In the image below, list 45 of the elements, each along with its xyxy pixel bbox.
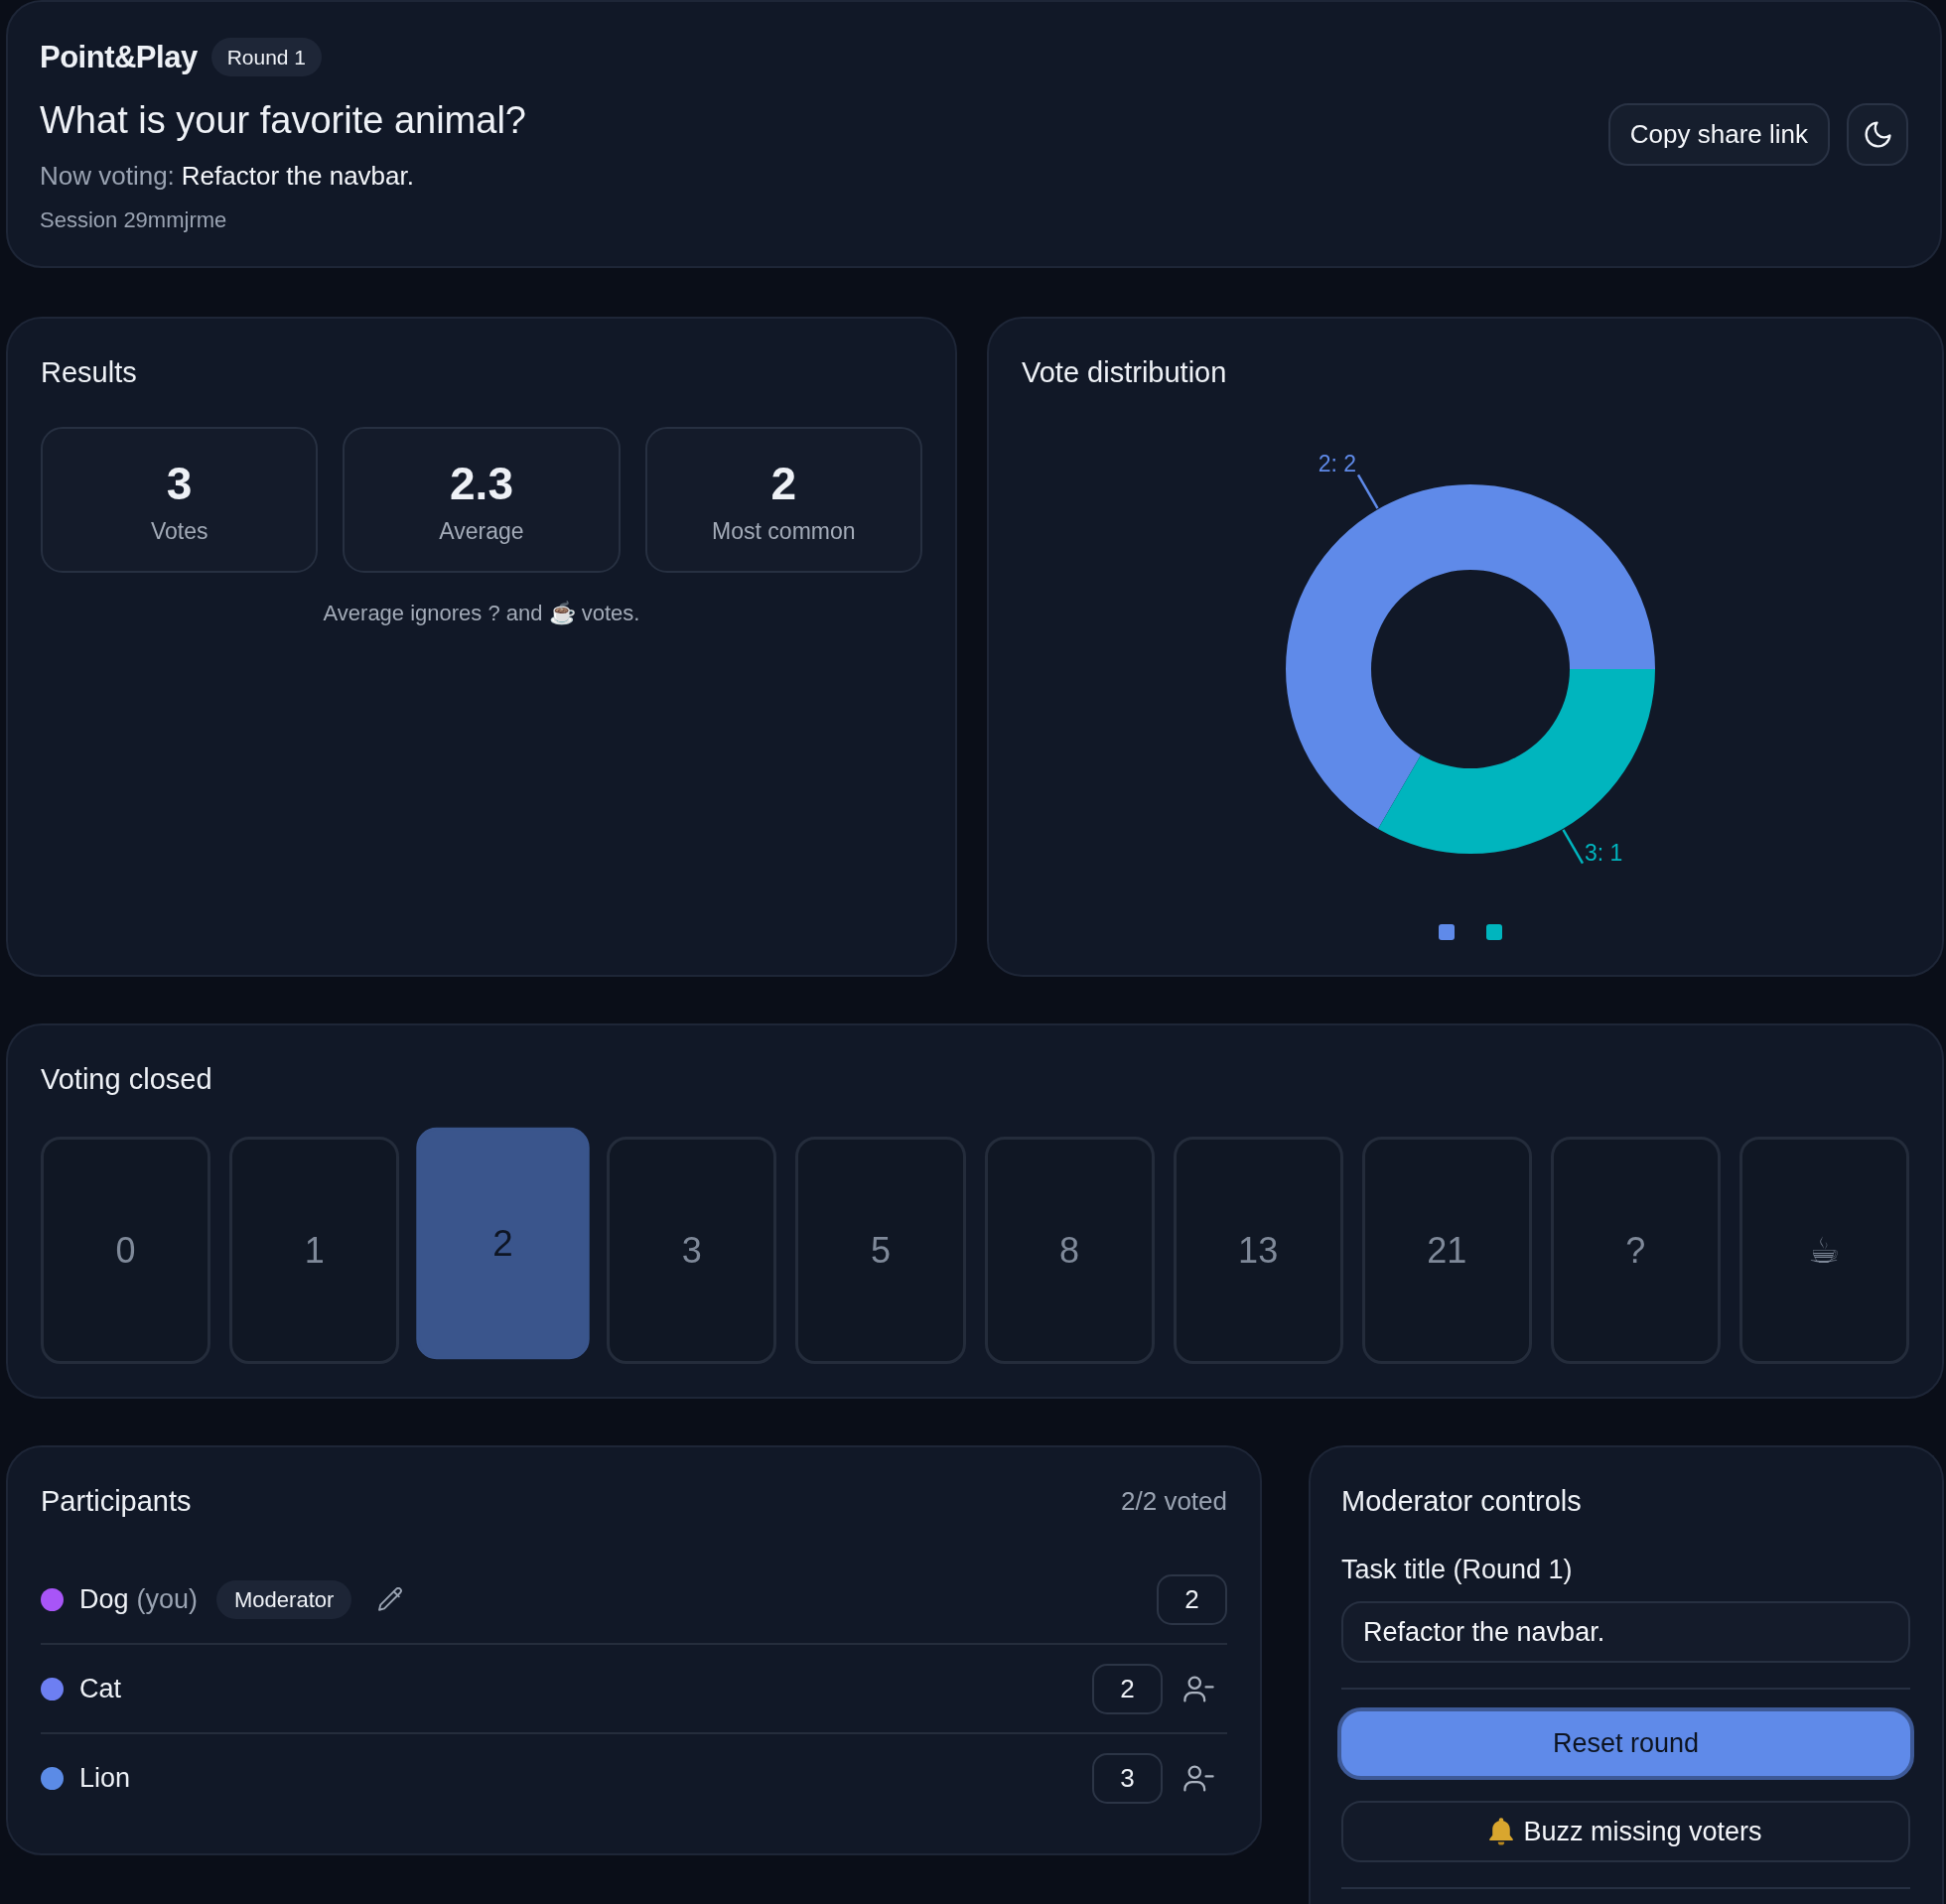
vote-chip: 3 (1092, 1752, 1163, 1804)
role-badge: Moderator (216, 1579, 352, 1619)
participant-name: Dog (79, 1583, 129, 1615)
user-minus-icon[interactable] (1183, 1675, 1214, 1702)
you-label: (you) (136, 1583, 199, 1615)
leader-line (1562, 829, 1585, 865)
legend-swatch-icon[interactable] (1486, 924, 1502, 940)
stat-value: 2 (770, 458, 797, 509)
section-title: Moderator controls (1341, 1484, 1582, 1519)
task-title-input[interactable]: Refactor the navbar. (1341, 1601, 1910, 1663)
moon-icon (1864, 121, 1891, 148)
section-title: Participants (41, 1484, 192, 1519)
donut-slice[interactable] (1286, 484, 1655, 830)
buzz-button[interactable]: Buzz missing voters (1341, 1801, 1910, 1862)
slice-label: 3: 1 (1585, 839, 1623, 866)
leader-line (1356, 474, 1379, 509)
participant-name: Lion (79, 1762, 131, 1794)
copy-link-button[interactable]: Copy share link (1607, 103, 1830, 166)
legend-swatch-icon[interactable] (1439, 924, 1455, 940)
stat-label: Average (439, 517, 524, 545)
stat-value: 3 (166, 458, 193, 509)
question-title: What is your favorite animal? (40, 98, 526, 143)
theme-toggle-button[interactable] (1847, 103, 1908, 166)
session-id: Session 29mmjrme (40, 206, 227, 234)
participant-name: Cat (79, 1673, 122, 1704)
field-label: Task title (Round 1) (1341, 1554, 1573, 1586)
bell-icon (1489, 1818, 1514, 1845)
section-title: Voting closed (41, 1062, 212, 1097)
stat-label: Most common (712, 517, 856, 545)
app-name: Point&Play (40, 39, 198, 75)
stat-value: 2.3 (450, 458, 513, 509)
section-title: Vote distribution (1022, 355, 1227, 390)
user-minus-icon[interactable] (1183, 1764, 1214, 1792)
voted-count: 2/2 voted (1121, 1485, 1227, 1518)
reset-round-button[interactable]: Reset round (1337, 1707, 1914, 1780)
stat-label: Votes (150, 517, 208, 545)
results-note: Average ignores ? and ☕ votes. (323, 600, 640, 627)
section-title: Results (41, 355, 137, 390)
slice-label: 2: 2 (1318, 451, 1356, 477)
current-task-name: Refactor the navbar. (181, 160, 414, 193)
round-badge: Round 1 (210, 38, 323, 76)
now-voting-label: Now voting: (40, 160, 175, 193)
vote-chip: 2 (1092, 1663, 1163, 1714)
edit-icon[interactable] (378, 1586, 404, 1612)
vote-chip: 2 (1157, 1573, 1227, 1625)
